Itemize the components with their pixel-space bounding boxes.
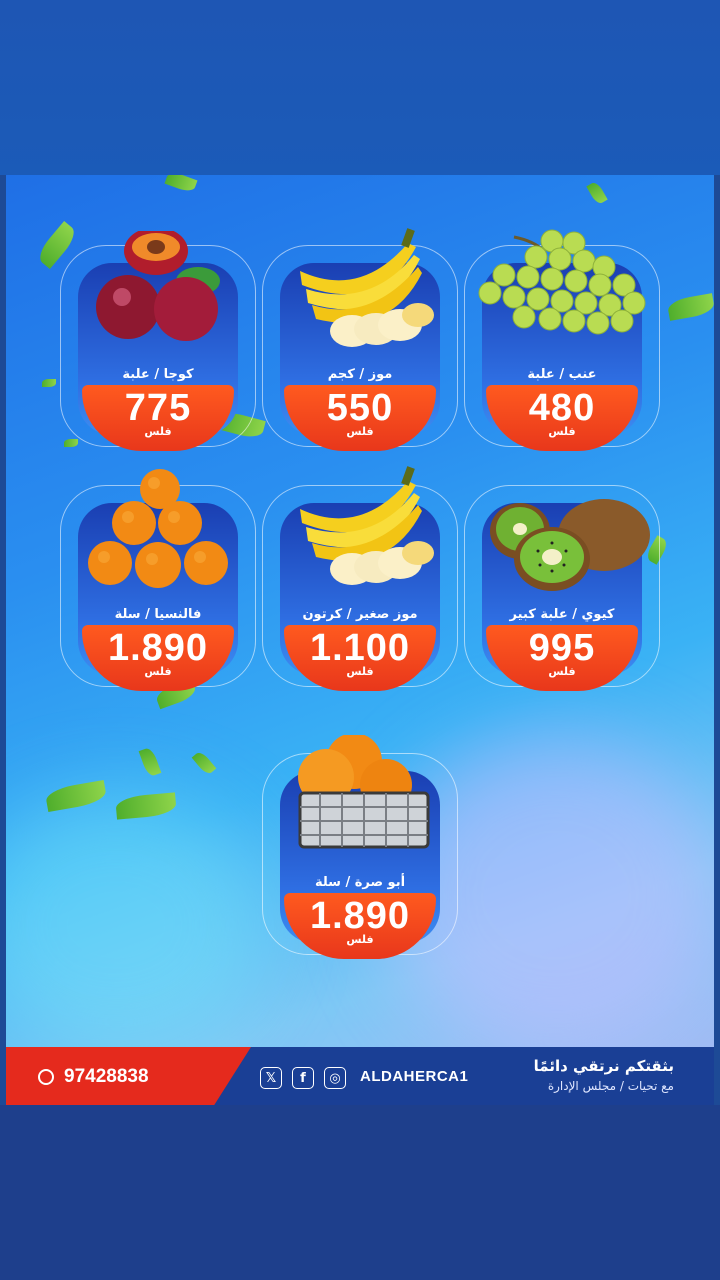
product-name: موز صغير / كرتون — [302, 607, 418, 622]
orange-icon — [88, 469, 228, 588]
product-card[interactable]: موز / كجم 550 فلس — [262, 228, 458, 451]
phone-number[interactable]: 97428838 — [64, 1066, 149, 1088]
product-name: كيوي / علبة كبير — [509, 607, 615, 622]
product-card[interactable]: عنب / علبة 480 فلس — [464, 229, 660, 451]
price-unit: فلس — [548, 425, 576, 438]
banana-icon — [300, 466, 434, 585]
leaf-decoration — [64, 439, 78, 447]
price-unit: فلس — [346, 425, 374, 438]
top-background — [0, 0, 720, 175]
product-card[interactable]: فالنسيا / سلة 1.890 فلس — [60, 469, 256, 691]
leaf-decoration — [42, 379, 56, 387]
product-name: كوجا / علبة — [122, 367, 194, 382]
slogan-subline: مع تحيات / مجلس الإدارة — [547, 1079, 674, 1093]
product-card[interactable]: كوجا / علبة 775 فلس — [60, 231, 256, 451]
product-card[interactable]: أبو صرة / سلة 1.890 فلس — [262, 735, 458, 959]
product-card[interactable]: كيوي / علبة كبير 995 فلس — [464, 475, 660, 691]
price-unit: فلس — [346, 665, 374, 678]
leaf-decoration — [666, 293, 714, 321]
leaf-decoration — [138, 746, 162, 778]
x-icon[interactable]: 𝕏 — [260, 1067, 282, 1089]
slogan: بثقتكم نرتقي دائمًا — [533, 1057, 674, 1075]
instagram-icon[interactable]: ◎ — [324, 1067, 346, 1089]
bottom-background — [0, 1105, 720, 1280]
product-name: فالنسيا / سلة — [114, 607, 202, 622]
price-unit: فلس — [548, 665, 576, 678]
price-unit: فلس — [144, 425, 172, 438]
product-name: عنب / علبة — [527, 367, 597, 382]
leaf-decoration — [164, 175, 198, 194]
plum-icon — [96, 231, 220, 341]
social-handle[interactable]: ALDAHERCA1 — [360, 1068, 468, 1085]
footer-bar: 97428838 𝕏 f ◎ ALDAHERCA1 بثقتكم نرتقي د… — [6, 1047, 714, 1105]
facebook-icon[interactable]: f — [292, 1067, 314, 1089]
banana-icon — [300, 228, 434, 347]
product-card[interactable]: موز صغير / كرتون 1.100 فلس — [262, 466, 458, 691]
whatsapp-icon[interactable] — [38, 1069, 54, 1085]
product-name: أبو صرة / سلة — [314, 875, 406, 890]
kiwi-icon — [490, 499, 650, 591]
background-glow — [6, 795, 266, 1055]
orange-basket-icon — [298, 735, 430, 849]
product-name: موز / كجم — [327, 367, 393, 382]
leaf-decoration — [191, 749, 217, 777]
grapes-icon — [478, 229, 646, 335]
price-unit: فلس — [346, 933, 374, 946]
price-unit: فلس — [144, 665, 172, 678]
leaf-decoration — [586, 180, 608, 206]
offer-poster: كوجا / علبة 775 فلس موز / كجم 550 فلس عن… — [6, 175, 714, 1105]
